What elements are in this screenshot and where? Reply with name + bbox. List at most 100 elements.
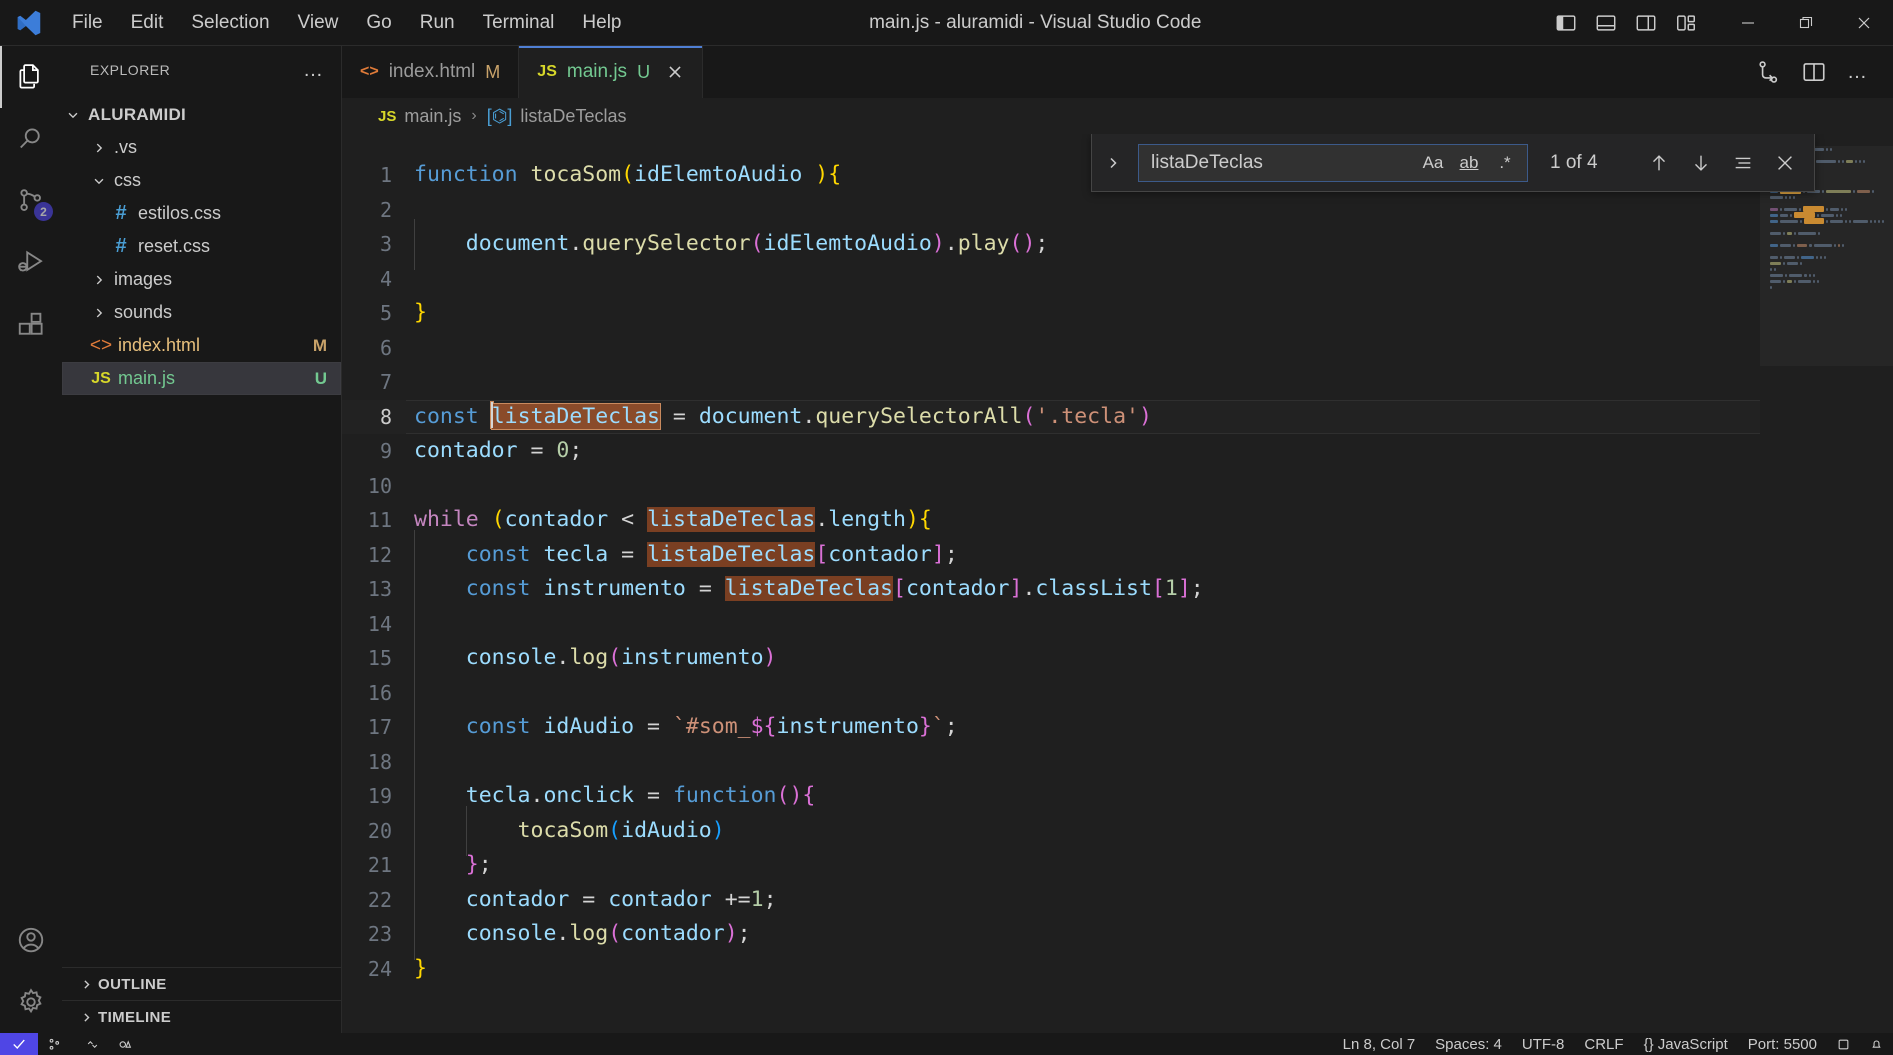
toggle-panel-icon[interactable] (1595, 12, 1617, 34)
code-line[interactable]: 5} (342, 296, 1760, 331)
tree-item-images[interactable]: images (62, 263, 341, 296)
sidebar-more-actions-icon[interactable]: … (303, 60, 325, 80)
open-changes-icon[interactable] (1755, 59, 1781, 85)
status-sync[interactable] (76, 1038, 109, 1051)
tree-item-index-html[interactable]: <> index.html M (62, 329, 341, 362)
code-line[interactable]: 4 (342, 262, 1760, 297)
code-token: . (802, 403, 816, 429)
menu-view[interactable]: View (284, 8, 353, 38)
toggle-replace-chevron-right-icon[interactable] (1098, 154, 1128, 172)
tab-close-icon[interactable] (666, 63, 684, 81)
menu-edit[interactable]: Edit (117, 8, 178, 38)
panel-timeline[interactable]: TIMELINE (62, 1000, 341, 1033)
code-token: console (465, 921, 557, 946)
status-branch[interactable] (38, 1038, 76, 1051)
menu-run[interactable]: Run (406, 8, 469, 38)
code-line[interactable]: 13 const instrumento = listaDeTeclas[con… (342, 564, 1760, 614)
tab-index-html[interactable]: <> index.html M (342, 46, 520, 98)
menu-file[interactable]: File (58, 8, 117, 38)
activity-item-settings[interactable] (0, 971, 62, 1033)
indent-guide (414, 564, 466, 614)
close-find-close-icon[interactable] (1768, 146, 1802, 180)
status-indentation[interactable]: Spaces: 4 (1425, 1036, 1512, 1053)
code-token: { (918, 507, 932, 532)
activity-item-accounts[interactable] (0, 909, 62, 971)
sidebar-title: EXPLORER (90, 62, 171, 78)
code-line[interactable]: 14 (342, 598, 1760, 649)
close-button[interactable] (1835, 0, 1893, 46)
code-line[interactable]: 6 (342, 331, 1760, 366)
code-line[interactable]: 22 contador = contador +=1; (342, 874, 1760, 925)
code-token: function (672, 783, 777, 808)
toggle-primary-sidebar-icon[interactable] (1555, 12, 1577, 34)
code-line[interactable]: 7 (342, 365, 1760, 400)
status-live-server-port[interactable]: Port: 5500 (1738, 1036, 1827, 1053)
tree-item-reset-css[interactable]: # reset.css (62, 230, 341, 263)
code-line[interactable]: 17 const idAudio = `#som_${instrumento}`… (342, 702, 1760, 752)
chevron-down-icon (88, 174, 110, 188)
status-cursor-position[interactable]: Ln 8, Col 7 (1333, 1036, 1426, 1053)
breadcrumb-file[interactable]: main.js (404, 106, 461, 127)
find-input-container[interactable]: Aa ab .* (1138, 143, 1528, 182)
tree-item-estilos-css[interactable]: # estilos.css (62, 197, 341, 230)
code-line[interactable]: 23 console.log(contador); (342, 909, 1760, 959)
tree-item-sounds[interactable]: sounds (62, 296, 341, 329)
tree-item-main-js[interactable]: JS main.js U (62, 362, 341, 395)
breadcrumb-symbol[interactable]: listaDeTeclas (520, 106, 626, 127)
code-line[interactable]: 8 const listaDeTeclas = document.querySel… (342, 399, 1760, 434)
minimize-button[interactable] (1719, 0, 1777, 46)
indent-guide (414, 771, 466, 821)
menu-selection[interactable]: Selection (177, 8, 283, 38)
tree-root-aluramidi[interactable]: ALURAMIDI (62, 98, 341, 131)
status-eol[interactable]: CRLF (1574, 1036, 1633, 1053)
match-case-toggle[interactable]: Aa (1417, 148, 1449, 178)
minimap[interactable] (1760, 134, 1893, 1033)
tree-item-css[interactable]: css (62, 164, 341, 197)
activity-item-explorer[interactable] (0, 46, 62, 108)
status-problems[interactable] (109, 1038, 142, 1051)
split-editor-icon[interactable] (1801, 59, 1827, 85)
panel-outline[interactable]: OUTLINE (62, 967, 341, 1000)
previous-match-arrow-up-icon[interactable] (1642, 146, 1676, 180)
tree-item-vs[interactable]: .vs (62, 131, 341, 164)
code-line[interactable]: 2 (342, 193, 1760, 228)
match-whole-word-toggle[interactable]: ab (1453, 148, 1485, 178)
menu-go[interactable]: Go (352, 8, 405, 38)
code-line[interactable]: 20 tocaSom(idAudio) (342, 805, 1760, 856)
code-line[interactable]: 12 const tecla = listaDeTeclas[contador]… (342, 529, 1760, 580)
code-line-text: tocaSom(idAudio) (414, 805, 1760, 856)
customize-layout-icon[interactable] (1675, 12, 1697, 34)
code-line[interactable]: 16 (342, 667, 1760, 718)
activity-item-run-debug[interactable] (0, 232, 62, 294)
tab-main-js[interactable]: JS main.js U (519, 46, 704, 98)
use-regex-toggle[interactable]: .* (1489, 148, 1521, 178)
toggle-secondary-sidebar-icon[interactable] (1635, 12, 1657, 34)
code-line[interactable]: 3 document.querySelector(idElemtoAudio).… (342, 219, 1760, 269)
code-line[interactable]: 10 (342, 469, 1760, 504)
activity-item-extensions[interactable] (0, 294, 62, 356)
code-line[interactable]: 15 console.log(instrumento) (342, 633, 1760, 683)
code-line[interactable]: 21 }; (342, 840, 1760, 890)
status-encoding[interactable]: UTF-8 (1512, 1036, 1575, 1053)
maximize-restore-button[interactable] (1777, 0, 1835, 46)
code-line[interactable]: 9 contador = 0; (342, 434, 1760, 469)
remote-indicator[interactable] (0, 1033, 38, 1055)
find-in-selection-icon[interactable] (1726, 146, 1760, 180)
status-language-mode[interactable]: {} JavaScript (1634, 1036, 1738, 1053)
code-line[interactable]: 11 while (contador < listaDeTeclas.length… (342, 503, 1760, 538)
tab-bar: <> index.html M JS main.js U … (342, 46, 1893, 98)
tree-root-label: ALURAMIDI (88, 104, 187, 124)
activity-item-search[interactable] (0, 108, 62, 170)
code-token: ) (905, 507, 919, 532)
find-input[interactable] (1151, 151, 1417, 174)
status-notifications-bell-icon[interactable] (1860, 1038, 1893, 1051)
code-line[interactable]: 18 (342, 736, 1760, 787)
code-line[interactable]: 19 tecla.onclick = function(){ (342, 771, 1760, 821)
code-editor[interactable]: 1 function tocaSom(idElemtoAudio ){2 3 doc… (342, 134, 1760, 1033)
status-feedback-icon[interactable] (1827, 1038, 1860, 1051)
next-match-arrow-down-icon[interactable] (1684, 146, 1718, 180)
activity-item-source-control[interactable]: 2 (0, 170, 62, 232)
code-line[interactable]: 24} (342, 952, 1760, 987)
more-actions-icon[interactable]: … (1847, 62, 1869, 82)
